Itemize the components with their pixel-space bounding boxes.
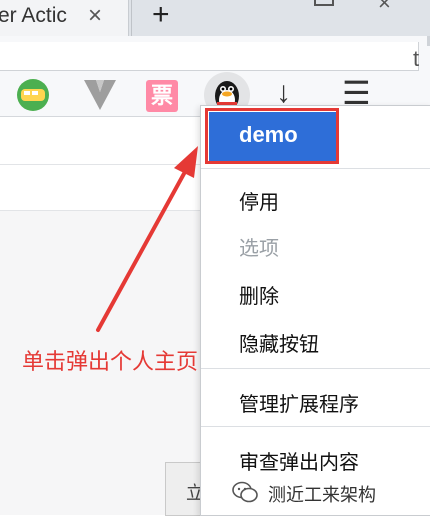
annotation-arrow (96, 146, 198, 332)
watermark: 测近工来架构 (232, 478, 428, 508)
annotation-text: 单击弹出个人主页 (22, 349, 199, 374)
watermark-text: 测近工来架构 (268, 485, 376, 505)
wechat-logo-icon (232, 481, 258, 503)
